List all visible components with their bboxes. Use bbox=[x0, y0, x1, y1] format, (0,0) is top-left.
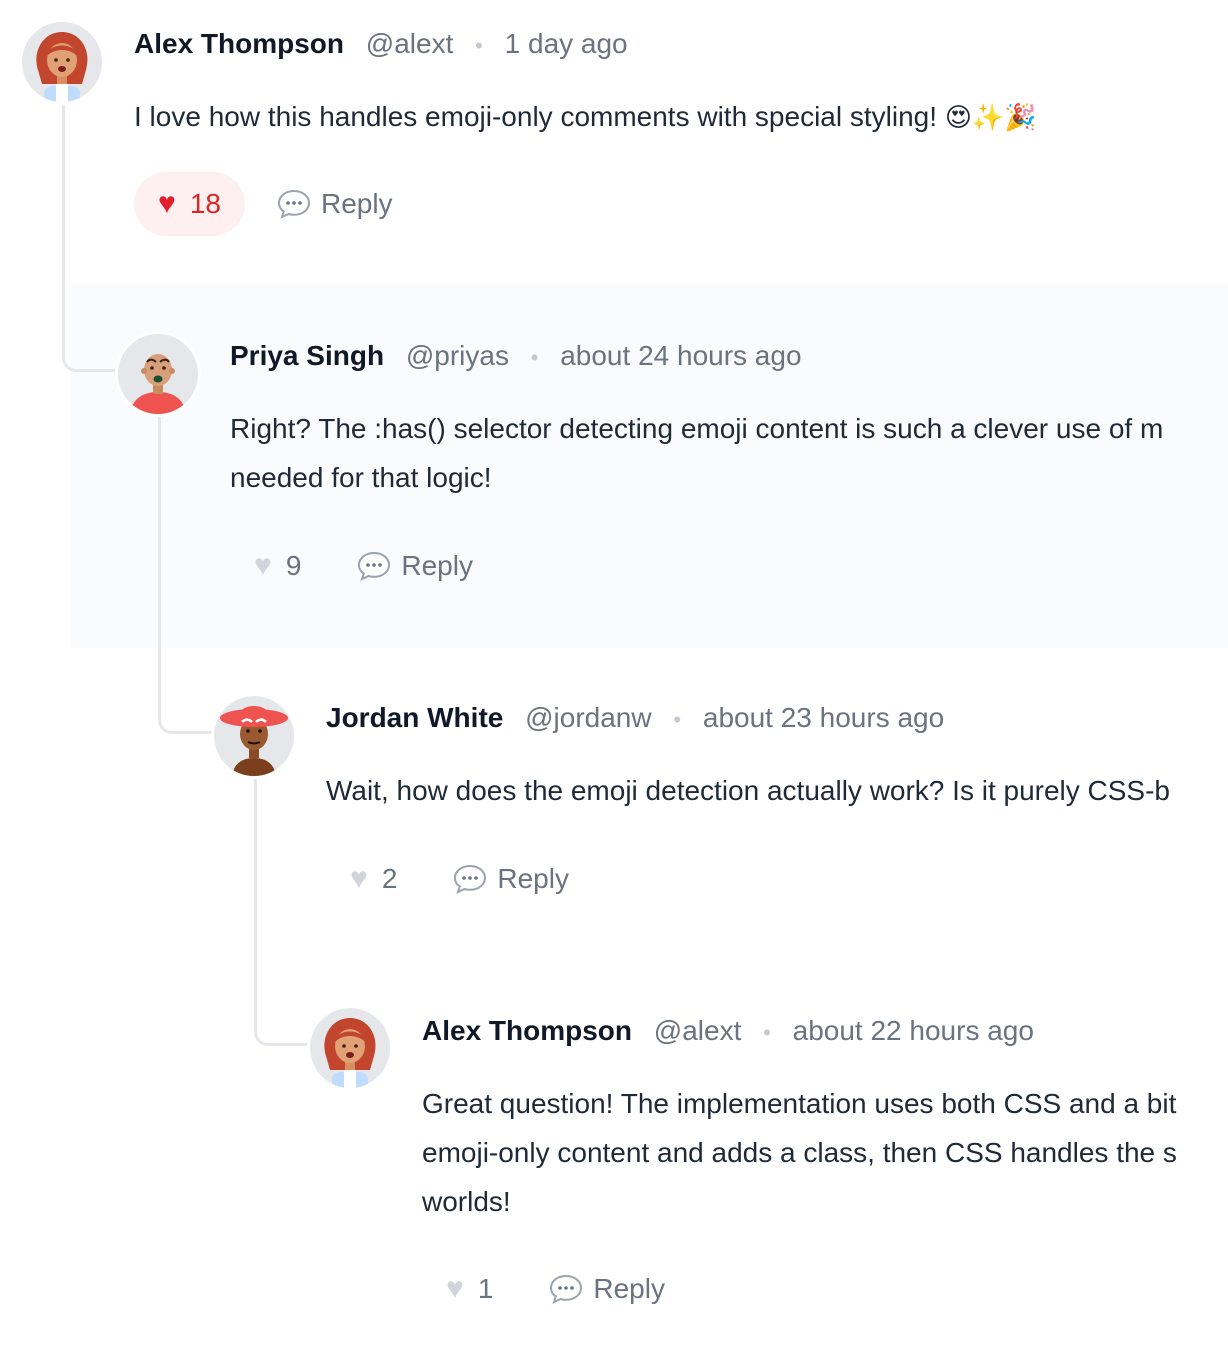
timestamp: about 22 hours ago bbox=[792, 1015, 1034, 1046]
thread-connector bbox=[62, 354, 116, 372]
author-name[interactable]: Alex Thompson bbox=[422, 1015, 632, 1046]
comment-text: Right? The :has() selector detecting emo… bbox=[230, 404, 1163, 502]
comment-text: I love how this handles emoji-only comme… bbox=[134, 92, 1037, 142]
like-count: 1 bbox=[477, 1273, 494, 1304]
heart-filled-icon: ♥ bbox=[158, 187, 176, 220]
author-handle[interactable]: @jordanw bbox=[525, 702, 651, 733]
emoji-content: 😍✨🎉 bbox=[944, 102, 1037, 132]
timestamp: 1 day ago bbox=[504, 28, 628, 59]
separator-dot: • bbox=[673, 707, 682, 732]
speech-bubble-icon bbox=[454, 864, 487, 894]
comment-text-content: I love how this handles emoji-only comme… bbox=[134, 101, 938, 132]
speech-bubble-icon bbox=[277, 189, 310, 219]
author-name[interactable]: Alex Thompson bbox=[134, 28, 344, 59]
thread-line bbox=[254, 774, 257, 1028]
speech-bubble-icon bbox=[550, 1274, 583, 1304]
separator-dot: • bbox=[763, 1020, 771, 1045]
timestamp: about 23 hours ago bbox=[702, 702, 945, 733]
reply-button[interactable]: Reply bbox=[539, 1257, 675, 1321]
like-button[interactable]: ♥ 1 bbox=[422, 1257, 517, 1321]
avatar[interactable] bbox=[310, 1008, 390, 1088]
reply-label: Reply bbox=[401, 550, 473, 581]
author-handle[interactable]: @alext bbox=[654, 1015, 742, 1046]
like-count: 18 bbox=[189, 188, 221, 219]
comment-text-line: Great question! The implementation uses … bbox=[422, 1088, 1177, 1119]
avatar[interactable] bbox=[22, 22, 102, 102]
reply-label: Reply bbox=[320, 188, 393, 219]
avatar-illustration-icon bbox=[36, 32, 88, 102]
author-name[interactable]: Priya Singh bbox=[230, 340, 384, 371]
reply-label: Reply bbox=[593, 1273, 665, 1304]
comment-text-line: needed for that logic! bbox=[230, 462, 492, 493]
separator-dot: • bbox=[530, 345, 539, 370]
separator-dot: • bbox=[475, 33, 483, 58]
thread-line bbox=[158, 412, 161, 716]
heart-outline-icon: ♥ bbox=[254, 549, 272, 582]
like-count: 2 bbox=[381, 863, 398, 894]
avatar[interactable] bbox=[118, 334, 198, 414]
comment-text-content: Wait, how does the emoji detection actua… bbox=[326, 775, 1171, 806]
comment-text-line: Right? The :has() selector detecting emo… bbox=[230, 413, 1164, 444]
author-handle[interactable]: @alext bbox=[366, 28, 454, 59]
comment-text-line: emoji-only content and adds a class, the… bbox=[422, 1137, 1177, 1168]
speech-bubble-icon bbox=[358, 551, 391, 581]
reply-button[interactable]: Reply bbox=[267, 172, 403, 236]
like-button[interactable]: ♥ 2 bbox=[326, 847, 421, 911]
timestamp: about 24 hours ago bbox=[560, 340, 802, 371]
thread-line bbox=[62, 100, 65, 354]
like-count: 9 bbox=[285, 550, 302, 581]
heart-outline-icon: ♥ bbox=[350, 862, 368, 895]
author-name[interactable]: Jordan White bbox=[326, 702, 503, 733]
avatar-illustration-icon bbox=[220, 706, 288, 776]
reply-button[interactable]: Reply bbox=[443, 847, 579, 911]
avatar[interactable] bbox=[214, 696, 294, 776]
author-handle[interactable]: @priyas bbox=[406, 340, 509, 371]
like-button[interactable]: ♥ 9 bbox=[230, 534, 325, 598]
comment-text: Wait, how does the emoji detection actua… bbox=[326, 766, 1170, 815]
like-button[interactable]: ♥ 18 bbox=[134, 172, 245, 236]
heart-outline-icon: ♥ bbox=[446, 1272, 464, 1305]
avatar-illustration-icon bbox=[324, 1018, 376, 1088]
reply-label: Reply bbox=[497, 863, 569, 894]
reply-button[interactable]: Reply bbox=[347, 534, 483, 598]
comment-text: Great question! The implementation uses … bbox=[422, 1079, 1177, 1226]
thread-connector bbox=[254, 1028, 308, 1046]
avatar-illustration-icon bbox=[130, 354, 186, 414]
comment-text-line: worlds! bbox=[422, 1186, 511, 1217]
thread-connector bbox=[158, 716, 212, 734]
